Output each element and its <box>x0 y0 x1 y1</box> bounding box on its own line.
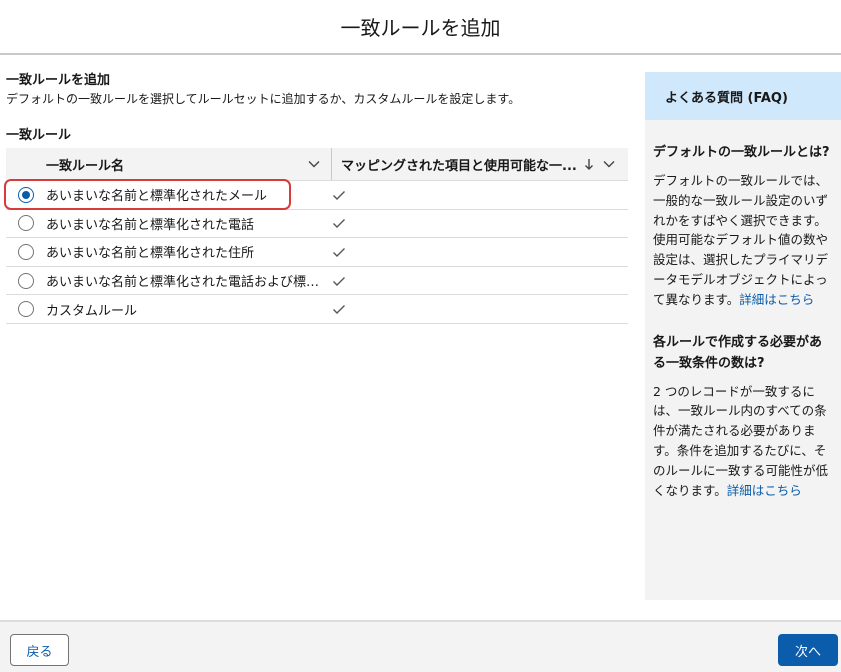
column-label-rule-name: 一致ルール名 <box>46 158 125 174</box>
mapped-cell <box>332 302 628 316</box>
mapped-cell <box>332 274 628 288</box>
modal-header: 一致ルールを追加 <box>0 0 841 55</box>
rule-radio-button[interactable] <box>18 215 34 232</box>
rule-name: カスタムルール <box>46 303 138 319</box>
faq-question: 各ルールで作成する必要がある一致条件の数は? <box>653 334 823 371</box>
table-header: 一致ルール名 マッピングされた項目と使用可能な一... <box>6 148 628 181</box>
faq-body: デフォルトの一致ルールとは? デフォルトの一致ルールでは、一般的な一致ルール設定… <box>645 120 841 500</box>
row-radio-cell <box>6 186 46 203</box>
column-label-mapped-fields: マッピングされた項目と使用可能な一... <box>341 158 577 174</box>
faq-panel: よくある質問 (FAQ) デフォルトの一致ルールとは? デフォルトの一致ルールで… <box>645 72 841 600</box>
column-header-mapped-fields[interactable]: マッピングされた項目と使用可能な一... <box>332 148 628 180</box>
section-title: 一致ルールを追加 <box>6 73 111 88</box>
rule-name: あいまいな名前と標準化された電話および標準化されたメール <box>46 275 332 291</box>
match-rules-heading: 一致ルール <box>6 128 72 143</box>
rule-radio-button[interactable] <box>18 243 34 260</box>
chevron-down-icon[interactable] <box>307 157 321 171</box>
learn-more-link[interactable]: 詳細はこちら <box>727 483 802 498</box>
faq-answer: 2 つのレコードが一致するには、一致ルール内のすべての条件が満たされる必要があり… <box>653 382 833 501</box>
column-header-rule-name[interactable]: 一致ルール名 <box>46 148 332 180</box>
faq-answer-text: 2 つのレコードが一致するには、一致ルール内のすべての条件が満たされる必要があり… <box>653 383 829 498</box>
rule-radio-button[interactable] <box>18 186 34 203</box>
modal-title: 一致ルールを追加 <box>340 16 501 40</box>
modal-footer: 戻る 次へ <box>0 620 841 672</box>
faq-answer: デフォルトの一致ルールでは、一般的な一致ルール設定のいずれかをすばやく選択できま… <box>653 171 833 310</box>
row-radio-cell <box>6 301 46 318</box>
rule-name: あいまいな名前と標準化された電話 <box>46 217 255 233</box>
mapped-cell <box>332 216 628 230</box>
faq-question: デフォルトの一致ルールとは? <box>653 145 830 160</box>
sort-arrow-down-icon[interactable] <box>582 157 596 171</box>
row-radio-cell <box>6 215 46 232</box>
mapped-cell <box>332 245 628 259</box>
faq-answer-text: デフォルトの一致ルールでは、一般的な一致ルール設定のいずれかをすばやく選択できま… <box>653 173 829 307</box>
table-row[interactable]: あいまいな名前と標準化された電話および標準化されたメール <box>6 267 628 296</box>
match-rules-table: 一致ルール名 マッピングされた項目と使用可能な一... あいまいな名前と標準化さ… <box>6 148 628 324</box>
checkmark-icon <box>333 305 345 315</box>
table-row[interactable]: あいまいな名前と標準化された電話 <box>6 210 628 239</box>
header-radio-column <box>6 148 46 180</box>
radio-dot <box>22 190 30 199</box>
rule-name: あいまいな名前と標準化されたメール <box>46 189 268 205</box>
next-button[interactable]: 次へ <box>778 634 838 666</box>
row-radio-cell <box>6 272 46 289</box>
table-row[interactable]: あいまいな名前と標準化された住所 <box>6 238 628 267</box>
mapped-cell <box>332 188 628 202</box>
checkmark-icon <box>333 247 345 257</box>
row-radio-cell <box>6 243 46 260</box>
checkmark-icon <box>333 276 345 286</box>
back-button[interactable]: 戻る <box>10 634 69 666</box>
section-description: デフォルトの一致ルールを選択してルールセットに追加するか、カスタムルールを設定し… <box>6 92 521 106</box>
rule-name: あいまいな名前と標準化された住所 <box>46 246 255 262</box>
checkmark-icon <box>333 219 345 229</box>
table-row[interactable]: カスタムルール <box>6 295 628 324</box>
rule-radio-button[interactable] <box>18 272 34 289</box>
main-content: 一致ルールを追加 デフォルトの一致ルールを選択してルールセットに追加するか、カス… <box>6 72 628 145</box>
column-header-icons <box>582 157 616 171</box>
learn-more-link[interactable]: 詳細はこちら <box>739 292 814 307</box>
rule-radio-button[interactable] <box>18 301 34 318</box>
chevron-down-icon[interactable] <box>602 157 616 171</box>
faq-title: よくある質問 (FAQ) <box>645 72 841 120</box>
checkmark-icon <box>333 190 345 200</box>
table-row[interactable]: あいまいな名前と標準化されたメール <box>6 181 628 210</box>
